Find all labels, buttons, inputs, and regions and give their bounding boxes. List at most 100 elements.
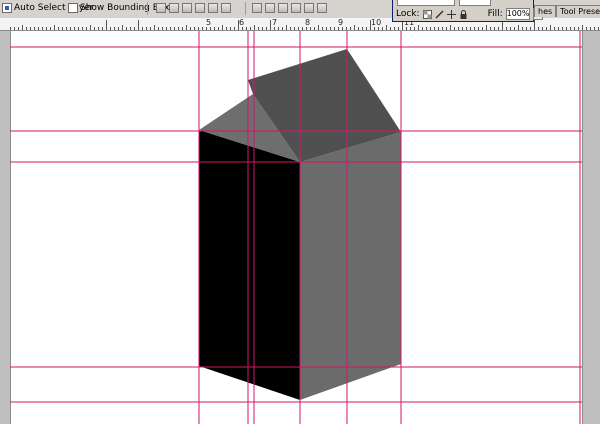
ruler-tick [438,27,439,30]
ruler-tick [194,27,195,30]
ruler-tick [182,27,183,30]
ruler-tick [258,27,259,30]
ruler-tick [22,25,23,30]
lock-transparency-icon[interactable] [422,9,432,19]
ruler-tick [522,27,523,30]
ruler-tick [366,27,367,30]
align-horizontal-center-icon[interactable] [208,3,218,13]
ruler-tick [550,25,551,30]
ruler-tick [442,27,443,30]
align-top-icon[interactable] [156,3,166,13]
ruler-tick [226,27,227,30]
ruler-tick [350,27,351,30]
tab-tool-presets[interactable]: Tool Presets [556,5,600,17]
tab-brushes[interactable]: hes [534,5,557,17]
ruler-tick [222,25,223,30]
ruler-tick [374,27,375,30]
distribute-left-icon[interactable] [291,3,301,13]
ruler-tick [262,27,263,30]
align-left-icon[interactable] [195,3,205,13]
ruler-tick [454,27,455,30]
ruler-tick [314,27,315,30]
distribute-top-icon[interactable] [252,3,262,13]
ruler-tick [530,27,531,30]
lock-position-icon[interactable] [446,9,456,19]
ruler-tick [102,27,103,30]
ruler-tick [514,27,515,30]
ruler-tick [118,27,119,30]
show-bounding-box-checkbox[interactable] [68,3,78,13]
ruler-tick [74,27,75,30]
ruler-tick [478,27,479,30]
document-canvas[interactable] [10,31,583,424]
ruler-tick [426,27,427,30]
ruler-tick [70,27,71,30]
ruler-tick [474,27,475,30]
ruler-tick [486,25,487,30]
ruler-tick [310,27,311,30]
ruler-tick [274,27,275,30]
distribute-right-icon[interactable] [317,3,327,13]
ruler-tick [346,27,347,30]
ruler-tick [142,27,143,30]
ruler-tick [378,27,379,30]
ruler-tick [210,27,211,30]
ruler-tick [62,27,63,30]
ruler-number: 8 [305,18,311,27]
ruler-tick [598,27,599,30]
ruler-tick [158,27,159,30]
ruler-tick [582,25,583,30]
align-right-icon[interactable] [221,3,231,13]
ruler-tick [50,27,51,30]
ruler-tick [358,27,359,30]
ruler-tick [38,27,39,30]
ruler-tick [330,27,331,30]
ruler-tick [122,25,123,30]
ruler-tick [334,27,335,30]
ruler-number: 9 [338,18,344,27]
ruler-tick [406,27,407,30]
ruler-tick [86,27,87,30]
lock-image-pixels-icon[interactable] [435,9,444,19]
ruler-tick [558,27,559,30]
distribute-horizontal-center-icon[interactable] [304,3,314,13]
lock-row: Lock: Fill: 100% ▸ [396,8,543,20]
ruler-tick [242,27,243,30]
distribute-vertical-center-icon[interactable] [265,3,275,13]
ruler-tick [298,27,299,30]
ruler-tick [498,27,499,30]
ruler-tick [154,25,155,30]
ruler-tick [42,27,43,30]
ruler-tick [10,27,11,30]
lock-all-icon[interactable] [459,9,468,19]
distribute-bottom-icon[interactable] [278,3,288,13]
ruler-tick [586,27,587,30]
align-bottom-icon[interactable] [182,3,192,13]
ruler-tick [82,27,83,30]
ruler-tick [482,27,483,30]
show-bounding-box-option[interactable]: Show Bounding Box [68,3,169,13]
ruler-tick [306,27,307,30]
options-separator [147,2,148,15]
ruler-tick [198,27,199,30]
ruler-tick [46,27,47,30]
opacity-field[interactable] [459,0,491,6]
ruler-tick [594,27,595,30]
ruler-tick [286,25,287,30]
auto-select-layer-checkbox[interactable] [2,3,12,13]
ruler-tick [450,25,451,30]
ruler-tick [574,27,575,30]
ruler-tick [462,27,463,30]
ruler-tick [414,27,415,30]
align-vertical-center-icon[interactable] [169,3,179,13]
ruler-tick [322,27,323,30]
fill-input[interactable]: 100% [505,8,530,20]
ruler-tick [294,27,295,30]
ruler-tick [246,27,247,30]
ruler-tick [282,27,283,30]
ruler-tick [66,27,67,30]
ruler-tick [114,27,115,30]
blend-mode-dropdown[interactable] [397,0,455,6]
options-separator [245,2,246,15]
ruler-tick [490,27,491,30]
